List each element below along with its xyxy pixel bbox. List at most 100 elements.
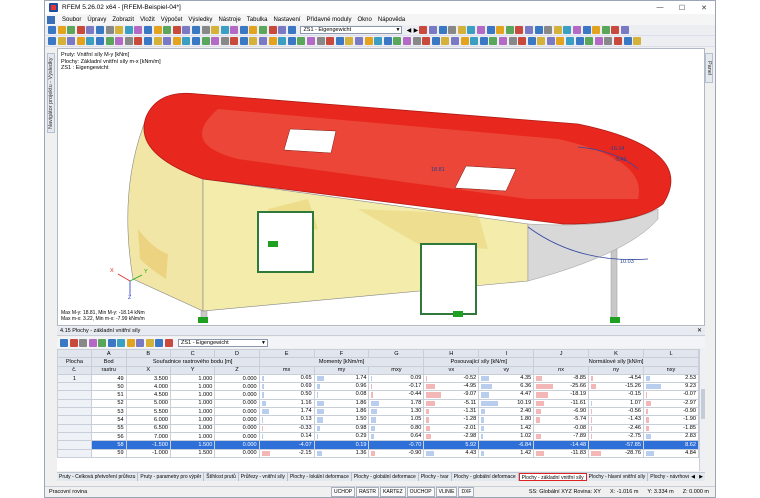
table-cell[interactable]: 0.96 — [313, 382, 370, 392]
toolbar-tool-icon[interactable] — [601, 26, 610, 34]
table-cell[interactable]: 1.000 — [169, 373, 216, 384]
toolbar-tool-icon[interactable] — [249, 37, 258, 45]
close-button[interactable]: ✕ — [693, 1, 715, 14]
col-letter[interactable]: G — [368, 349, 425, 359]
col-letter[interactable]: D — [214, 349, 260, 359]
table-cell[interactable]: 1.500 — [169, 448, 216, 458]
menu-upravy[interactable]: Úpravy — [84, 17, 109, 23]
menu-pridavne-moduly[interactable]: Přídavné moduly — [303, 17, 354, 23]
table-cell[interactable]: -1.28 — [423, 415, 480, 425]
toolbar-tool-icon[interactable] — [230, 26, 239, 34]
toolbar-tool-icon[interactable] — [76, 37, 85, 45]
toolbar-tool-icon[interactable] — [489, 37, 498, 45]
toolbar-tool-icon[interactable] — [566, 37, 575, 45]
toolbar-tool-icon[interactable] — [518, 37, 527, 45]
toolbar-tool-icon[interactable] — [383, 37, 392, 45]
table-cell[interactable]: 1.86 — [313, 398, 370, 409]
table-cell[interactable]: 5.000 — [125, 398, 171, 409]
table-cell[interactable]: 0.50 — [258, 390, 315, 400]
table-cell[interactable]: 1.000 — [169, 431, 216, 442]
table-tab[interactable]: Pruty - Celková přetvoření průřezu — [57, 473, 139, 481]
menu-tabulka[interactable]: Tabulka — [244, 17, 271, 23]
table-cell[interactable]: 0.000 — [214, 398, 260, 409]
toolbar-tool-icon[interactable] — [191, 26, 200, 34]
toolbar-tool-icon[interactable] — [534, 26, 543, 34]
table-cell[interactable]: -1.43 — [588, 415, 644, 425]
table-cell[interactable]: 4.500 — [125, 390, 171, 400]
toolbar-tool-icon[interactable] — [524, 26, 533, 34]
toolbar-tool-icon[interactable] — [614, 37, 623, 45]
table-tool-icon[interactable] — [88, 338, 97, 347]
table-tool-icon[interactable] — [98, 338, 106, 347]
table-cell[interactable]: -0.90 — [368, 448, 425, 458]
toolbar-tool-icon[interactable] — [67, 37, 76, 45]
toolbar-tool-icon[interactable] — [163, 26, 172, 34]
table-cell[interactable]: 1.000 — [169, 390, 216, 400]
table-tool-icon[interactable] — [155, 338, 163, 347]
table-cell[interactable]: 0.000 — [214, 423, 260, 433]
toolbar-tool-icon[interactable] — [220, 37, 229, 45]
table-tab[interactable]: Pruty - parametry pro výpěr — [138, 473, 205, 481]
toolbar-tool-icon[interactable] — [57, 26, 66, 34]
toolbar-tool-icon[interactable] — [95, 26, 104, 34]
toolbar-tool-icon[interactable] — [287, 37, 296, 45]
table-cell[interactable]: -0.17 — [368, 382, 425, 392]
table-cell[interactable]: -8.85 — [533, 373, 590, 384]
table-tab[interactable]: Plochy - globální deformace — [452, 473, 519, 481]
results-table[interactable]: ABCDEFGHIJKL Plocha Bod Souřadnice rastr… — [57, 349, 705, 471]
table-cell[interactable]: -1.000 — [125, 448, 171, 458]
table-row[interactable]: 53 5.500 1.000 0.000 1.74 1.86 1.30 -1.31 2.40 -6… — [57, 407, 699, 417]
toolbar-tool-icon[interactable] — [431, 37, 440, 45]
toolbar-tool-icon[interactable] — [115, 26, 124, 34]
table-cell[interactable]: 1.02 — [478, 431, 535, 442]
table-cell[interactable]: 1.42 — [478, 423, 535, 433]
col-letter[interactable]: L — [643, 349, 699, 359]
toolbar-tool-icon[interactable] — [611, 26, 620, 34]
table-cell[interactable]: 0.000 — [214, 440, 260, 450]
table-cell[interactable]: -5.11 — [423, 398, 480, 409]
table-cell[interactable]: 1.000 — [169, 415, 216, 425]
table-cell[interactable]: 0.29 — [313, 431, 370, 442]
col-letter[interactable]: E — [258, 349, 315, 359]
table-cell[interactable]: -0.44 — [368, 390, 425, 400]
table-cell[interactable]: -2.75 — [588, 431, 644, 442]
table-cell[interactable] — [57, 415, 92, 425]
table-cell[interactable]: 1.000 — [169, 423, 216, 433]
table-cell[interactable]: -0.52 — [423, 373, 480, 384]
table-cell[interactable]: 1.50 — [313, 415, 370, 425]
table-cell[interactable]: 1.80 — [478, 415, 535, 425]
table-cell[interactable]: 10.19 — [478, 398, 535, 409]
table-cell[interactable]: -25.66 — [533, 382, 590, 392]
table-cell[interactable]: -2.46 — [588, 423, 644, 433]
table-cell[interactable]: 1.000 — [169, 398, 216, 409]
table-tool-icon[interactable] — [60, 338, 68, 347]
table-cell[interactable]: 0.000 — [214, 382, 260, 392]
table-row[interactable]: 54 6.000 1.000 0.000 0.13 1.50 1.05 -1.28 1.80 -5… — [57, 415, 699, 425]
table-cell[interactable]: -0.56 — [588, 407, 644, 417]
toolbar-tool-icon[interactable] — [211, 37, 220, 45]
maximize-button[interactable]: ☐ — [671, 1, 693, 14]
table-tool-icon[interactable] — [79, 338, 87, 347]
table-cell[interactable]: -2.97 — [643, 398, 699, 409]
table-cell[interactable]: -1.500 — [125, 440, 171, 450]
table-cell[interactable]: 1.07 — [588, 398, 644, 409]
toolbar-tool-icon[interactable] — [239, 37, 248, 45]
toolbar-tool-icon[interactable] — [393, 37, 402, 45]
col-letter[interactable]: C — [169, 349, 216, 359]
table-cell[interactable]: -9.07 — [423, 390, 480, 400]
table-row[interactable]: 58 -1.500 1.500 0.000 -4.07 0.19 -0.70 5.92 -6.8… — [57, 440, 699, 450]
table-cell[interactable]: 4.000 — [125, 382, 171, 392]
table-tool-icon[interactable] — [136, 338, 144, 347]
toolbar-tool-icon[interactable] — [457, 26, 466, 34]
table-tab[interactable]: Plochy - lokální deformace — [288, 473, 352, 481]
table-cell[interactable]: 2.40 — [478, 407, 535, 417]
table-cell[interactable]: -2.98 — [423, 431, 480, 442]
toolbar-tool-icon[interactable] — [307, 37, 316, 45]
toolbar-tool-icon[interactable] — [48, 26, 56, 34]
table-cell[interactable]: 1.36 — [313, 448, 370, 458]
toolbar-tool-icon[interactable] — [498, 37, 507, 45]
project-navigator-tab[interactable]: Navigátor projektu - Výsledky — [47, 53, 55, 133]
table-tab[interactable]: Plochy - základní vnitřní síly — [518, 473, 587, 481]
table-row[interactable]: 59 -1.000 1.500 0.000 -2.15 1.36 -0.90 4.43 1.42… — [57, 448, 699, 458]
tab-scroll-left-icon[interactable]: ◀ — [689, 473, 697, 481]
